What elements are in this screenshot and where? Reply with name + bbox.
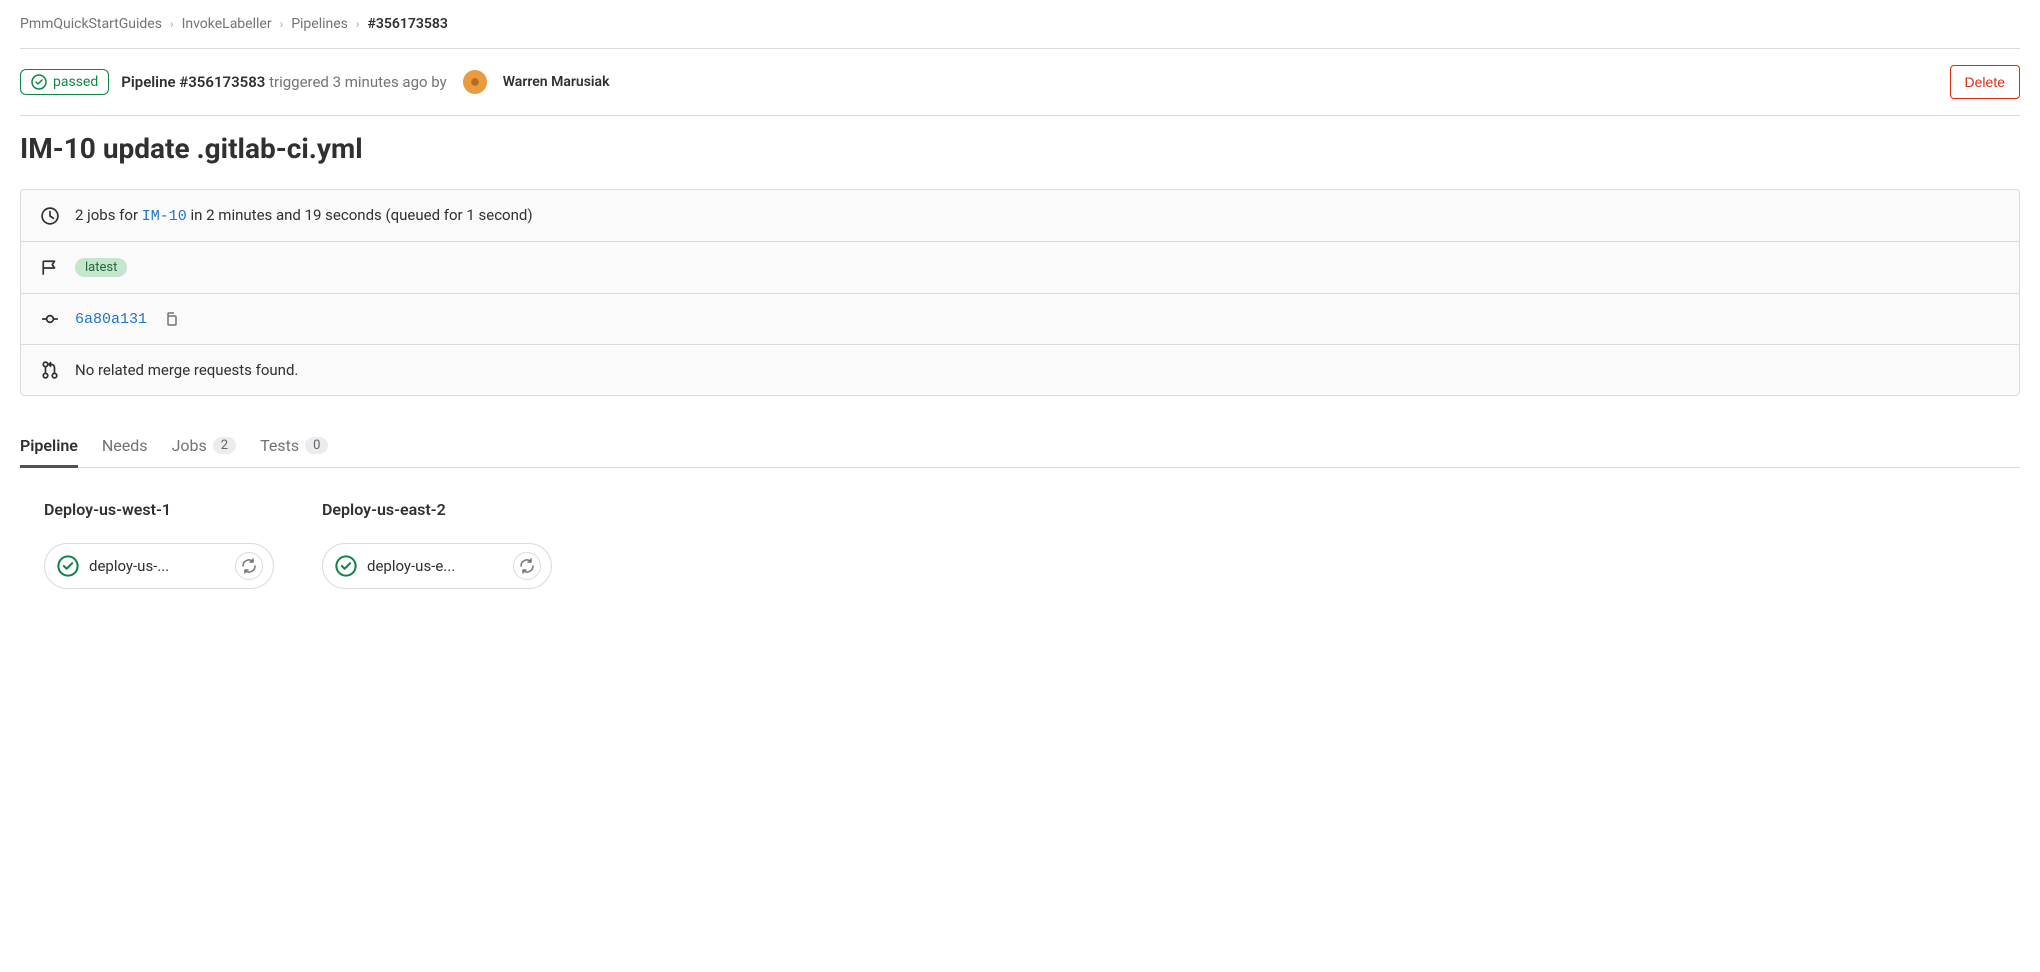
tab-badge: 2 — [213, 437, 236, 454]
tab-pipeline[interactable]: Pipeline — [20, 424, 78, 467]
breadcrumb-current: #356173583 — [368, 16, 448, 32]
stage-name: Deploy-us-west-1 — [44, 500, 274, 519]
breadcrumb-item[interactable]: InvokeLabeller — [182, 16, 272, 32]
pipeline-stages: Deploy-us-west-1 deploy-us-... Deploy-us… — [20, 468, 2020, 621]
tab-needs[interactable]: Needs — [102, 424, 148, 467]
breadcrumb: PmmQuickStartGuides › InvokeLabeller › P… — [20, 16, 2020, 48]
retry-icon — [519, 558, 535, 574]
breadcrumb-item[interactable]: PmmQuickStartGuides — [20, 16, 162, 32]
mr-text: No related merge requests found. — [75, 361, 298, 379]
info-row-duration: 2 jobs for IM-10 in 2 minutes and 19 sec… — [21, 190, 2019, 242]
user-name[interactable]: Warren Marusiak — [503, 74, 610, 90]
branch-link[interactable]: IM-10 — [142, 208, 187, 225]
info-row-tags: latest — [21, 242, 2019, 294]
stage: Deploy-us-west-1 deploy-us-... — [44, 500, 274, 589]
duration-text: 2 jobs for IM-10 in 2 minutes and 19 sec… — [75, 206, 533, 225]
chevron-right-icon: › — [280, 17, 284, 31]
retry-button[interactable] — [235, 552, 263, 580]
flag-icon — [41, 259, 59, 277]
info-row-merge-requests: No related merge requests found. — [21, 345, 2019, 395]
job-pill[interactable]: deploy-us-e... — [322, 543, 552, 589]
retry-button[interactable] — [513, 552, 541, 580]
chevron-right-icon: › — [170, 17, 174, 31]
page-title: IM-10 update .gitlab-ci.yml — [20, 116, 2020, 189]
status-text: passed — [53, 74, 98, 90]
status-badge[interactable]: passed — [20, 69, 109, 95]
commit-icon — [41, 310, 59, 328]
merge-request-icon — [41, 361, 59, 379]
job-name: deploy-us-... — [89, 557, 225, 575]
check-circle-icon — [57, 555, 79, 577]
tab-tests[interactable]: Tests 0 — [260, 424, 328, 467]
info-row-commit: 6a80a131 — [21, 294, 2019, 345]
job-name: deploy-us-e... — [367, 557, 503, 575]
tabs: Pipeline Needs Jobs 2 Tests 0 — [20, 396, 2020, 468]
breadcrumb-item[interactable]: Pipelines — [291, 16, 348, 32]
pipeline-header: passed Pipeline #356173583 triggered 3 m… — [20, 49, 2020, 115]
info-box: 2 jobs for IM-10 in 2 minutes and 19 sec… — [20, 189, 2020, 396]
tab-jobs[interactable]: Jobs 2 — [172, 424, 237, 467]
stage: Deploy-us-east-2 deploy-us-e... — [322, 500, 552, 589]
stage-name: Deploy-us-east-2 — [322, 500, 552, 519]
latest-pill: latest — [75, 258, 127, 277]
retry-icon — [241, 558, 257, 574]
job-pill[interactable]: deploy-us-... — [44, 543, 274, 589]
chevron-right-icon: › — [356, 17, 360, 31]
pipeline-meta: Pipeline #356173583 triggered 3 minutes … — [121, 73, 446, 91]
copy-icon[interactable] — [163, 311, 179, 327]
commit-sha-link[interactable]: 6a80a131 — [75, 311, 147, 328]
tab-badge: 0 — [305, 437, 328, 454]
clock-icon — [41, 207, 59, 225]
check-circle-icon — [335, 555, 357, 577]
avatar[interactable] — [463, 70, 487, 94]
check-circle-icon — [31, 74, 47, 90]
delete-button[interactable]: Delete — [1950, 65, 2020, 99]
